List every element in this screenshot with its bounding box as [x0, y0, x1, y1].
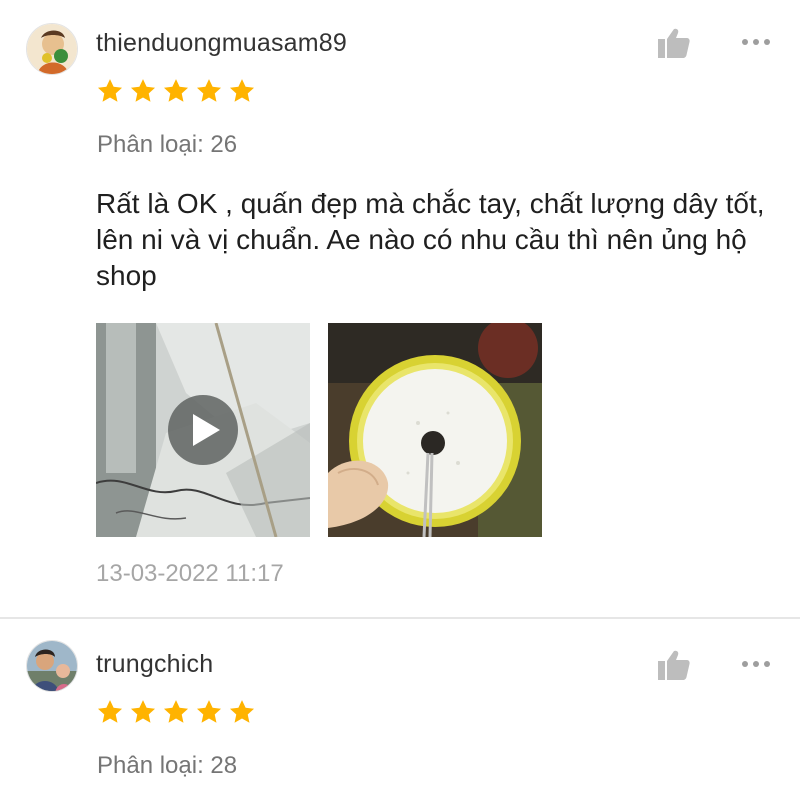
- star-icon: [97, 79, 123, 102]
- star-icon: [229, 700, 255, 723]
- thumbs-up-icon[interactable]: [657, 26, 691, 60]
- star-icon: [130, 700, 156, 723]
- star-icon: [196, 700, 222, 723]
- username[interactable]: trungchich: [96, 650, 213, 679]
- review-item: trungchich Phân loại: 28: [0, 619, 800, 800]
- more-options-icon[interactable]: [740, 35, 772, 49]
- avatar[interactable]: [26, 23, 78, 75]
- star-icon: [97, 700, 123, 723]
- video-thumbnail[interactable]: [96, 323, 310, 537]
- variation-label: Phân loại: 26: [97, 131, 238, 158]
- variation-label: Phân loại: 28: [97, 752, 238, 779]
- star-icon: [196, 79, 222, 102]
- star-icon: [163, 79, 189, 102]
- star-icon: [163, 700, 189, 723]
- star-icon: [229, 79, 255, 102]
- star-rating: [96, 698, 256, 726]
- username[interactable]: thienduongmuasam89: [96, 29, 347, 58]
- review-comment: Rất là OK , quấn đẹp mà chắc tay, chất l…: [96, 188, 765, 291]
- photo-thumbnail[interactable]: [328, 323, 542, 537]
- review-item: thienduongmuasam89 Phân loại: 26 Rất là …: [0, 0, 800, 617]
- star-rating: [96, 77, 256, 105]
- avatar[interactable]: [26, 640, 78, 692]
- more-options-icon[interactable]: [740, 657, 772, 671]
- star-icon: [130, 79, 156, 102]
- thumbs-up-icon[interactable]: [657, 648, 691, 682]
- review-timestamp: 13-03-2022 11:17: [96, 560, 284, 587]
